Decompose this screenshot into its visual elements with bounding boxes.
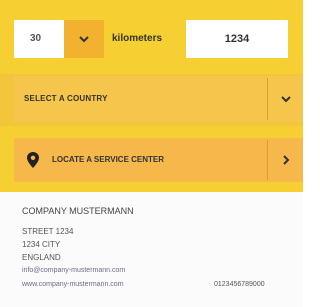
locate-service-center-button[interactable]: LOCATE A SERVICE CENTER — [14, 138, 303, 182]
divider — [267, 78, 268, 120]
distance-input[interactable] — [186, 20, 288, 58]
city: 1234 CITY — [22, 240, 61, 249]
email-link[interactable]: info@company-mustermann.com — [22, 267, 125, 274]
address-block: COMPANY MUSTERMANN STREET 1234 1234 CITY… — [0, 192, 303, 307]
chevron-down-icon[interactable] — [269, 76, 303, 122]
phone-number[interactable]: 0123456789000 — [214, 281, 265, 288]
company-name: COMPANY MUSTERMANN — [22, 206, 134, 216]
locate-button-label: LOCATE A SERVICE CENTER — [52, 155, 165, 164]
service-center-locator: 30 kilometers SELECT A COUNTRY LOCATE A … — [0, 0, 303, 307]
locate-row: LOCATE A SERVICE CENTER — [0, 138, 303, 192]
chevron-right-icon[interactable] — [269, 138, 303, 182]
map-pin-icon — [26, 151, 40, 169]
chevron-down-icon[interactable] — [64, 20, 104, 58]
unit-label: kilometers — [112, 33, 163, 44]
radius-value: 30 — [30, 33, 42, 44]
spacer — [0, 126, 303, 138]
country-select-label: SELECT A COUNTRY — [24, 94, 108, 103]
radius-select[interactable]: 30 — [14, 20, 104, 58]
country: ENGLAND — [22, 253, 61, 262]
divider — [267, 140, 268, 180]
website-link[interactable]: www.company-mustermann.com — [22, 281, 124, 288]
distance-filter-row: 30 kilometers — [0, 0, 303, 74]
country-row: SELECT A COUNTRY — [0, 74, 303, 126]
country-select[interactable]: SELECT A COUNTRY — [14, 76, 303, 122]
street-address: STREET 1234 — [22, 227, 74, 236]
